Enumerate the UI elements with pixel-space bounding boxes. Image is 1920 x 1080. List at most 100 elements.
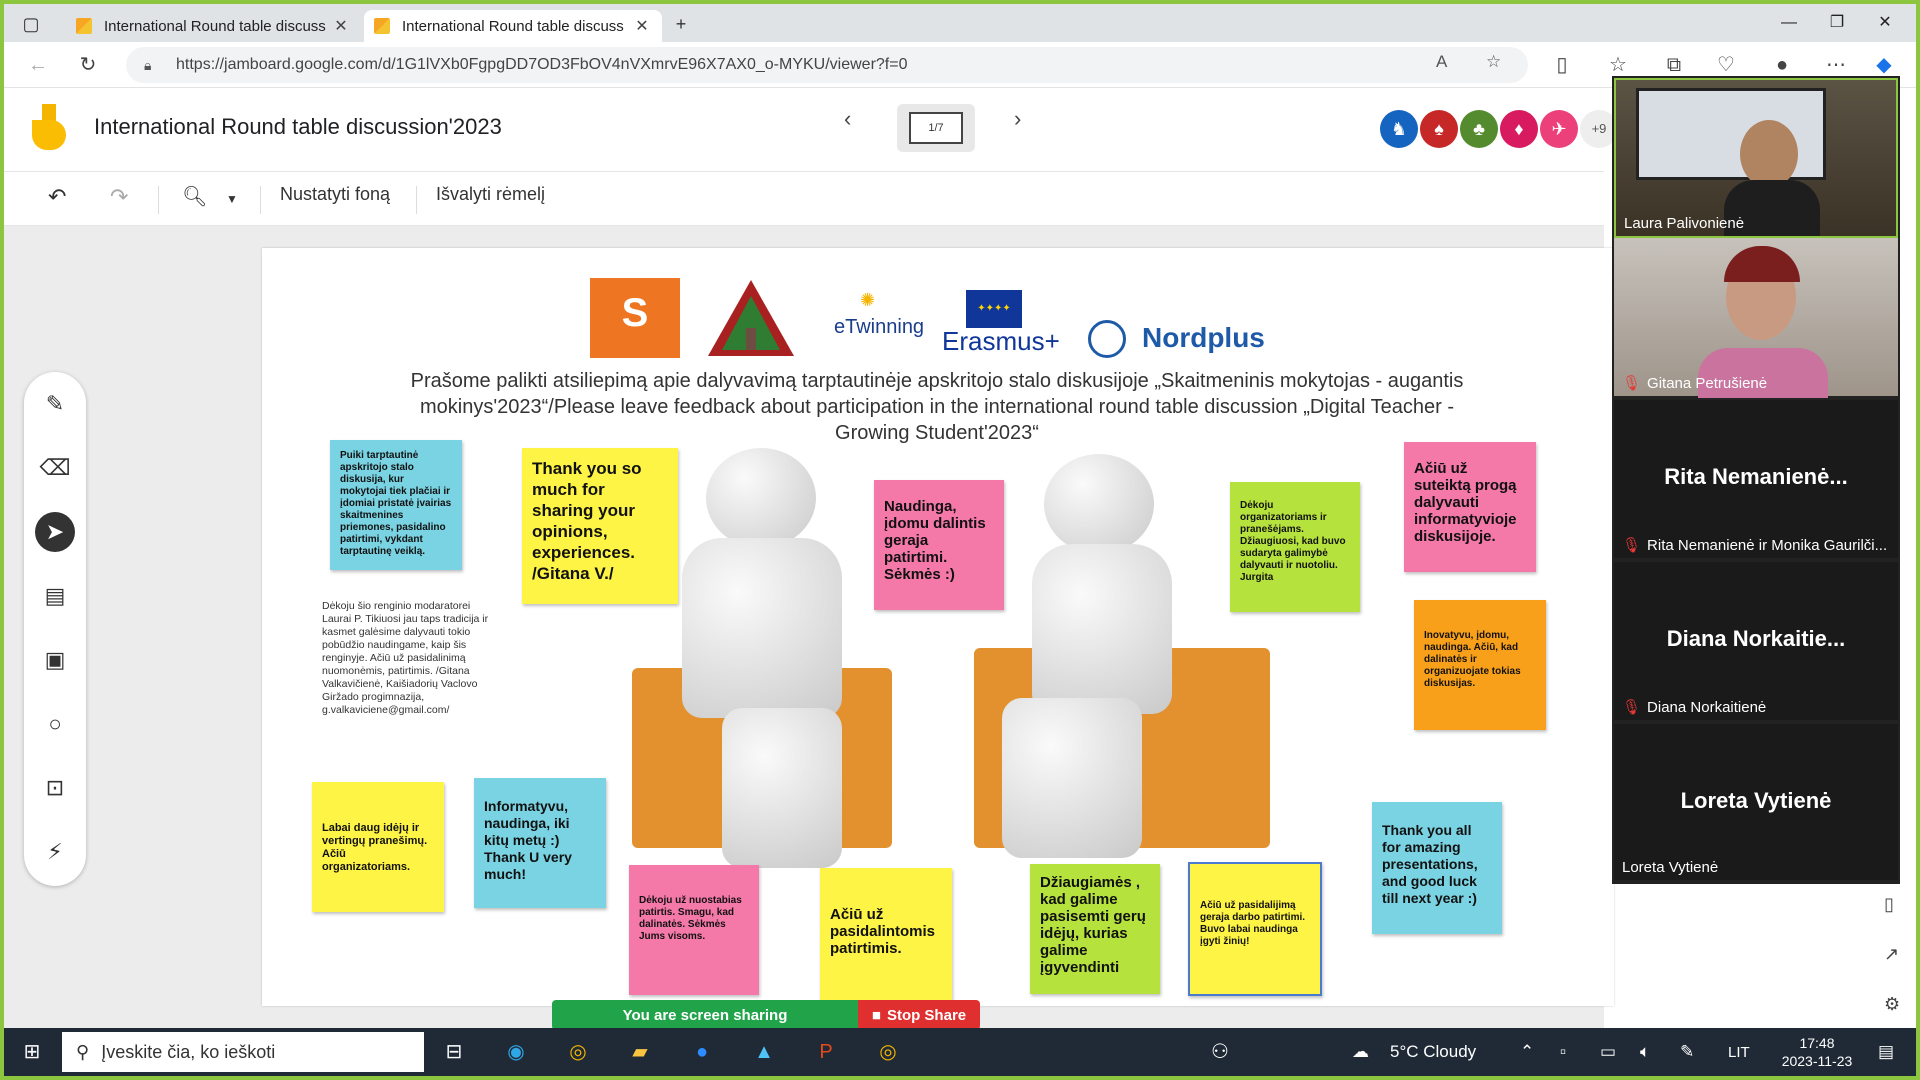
chrome-icon[interactable]: ◎ <box>560 1036 596 1068</box>
lock-icon: 🔒︎ <box>144 56 152 73</box>
sticky-note[interactable]: Thank you all for amazing presentations,… <box>1372 802 1502 934</box>
side-panel-icon[interactable]: ▯ <box>1884 894 1894 915</box>
sticky-note[interactable]: Dėkoju organizatoriams ir pranešėjams. D… <box>1230 482 1360 612</box>
clock[interactable]: 17:48 2023-11-23 <box>1772 1034 1862 1070</box>
avatar[interactable]: ♠ <box>1420 110 1458 148</box>
volume-icon[interactable]: 🔈︎ <box>1640 1042 1650 1062</box>
task-view-icon[interactable]: ⊟ <box>436 1036 472 1068</box>
favorite-star-icon[interactable]: ☆ <box>1486 52 1501 72</box>
sticky-note[interactable]: Ačiū už pasidalintomis patirtimis. <box>820 868 952 1000</box>
previous-frame-icon[interactable]: ‹ <box>844 106 851 132</box>
read-aloud-icon[interactable]: A <box>1436 52 1447 72</box>
jamboard-header: International Round table discussion'202… <box>4 88 1618 172</box>
jamboard-toolbar: ↶ ↷ 🔍︎ ▼ Nustatyti foną Išvalyti rėmelį <box>4 172 1604 226</box>
clear-frame-button[interactable]: Išvalyti rėmelį <box>436 184 545 205</box>
tab-title: International Round table discuss <box>402 17 624 35</box>
sticky-note[interactable]: Thank you so much for sharing your opini… <box>522 448 678 604</box>
sticky-note[interactable]: Ačiū už suteiktą progą dalyvauti informa… <box>1404 442 1536 572</box>
avatar[interactable]: ♞ <box>1380 110 1418 148</box>
sticky-note[interactable]: Inovatyvu, įdomu, naudinga. Ačiū, kad da… <box>1414 600 1546 730</box>
zoom-icon[interactable]: 🔍︎ <box>182 184 207 209</box>
minimize-icon[interactable]: — <box>1766 8 1812 38</box>
screen-share-banner: You are screen sharing ■ Stop Share <box>552 1000 980 1028</box>
network-icon[interactable]: ▭ <box>1600 1042 1616 1062</box>
video-meeting-panel: Laura Palivonienė 🎙︎ Gitana Petrušienė Ri… <box>1612 76 1900 884</box>
new-tab-icon[interactable]: + <box>666 10 696 38</box>
sticky-note[interactable]: Dėkoju už nuostabias patirtis. Smagu, ka… <box>629 865 759 995</box>
stop-share-button[interactable]: ■ Stop Share <box>858 1000 980 1028</box>
avatar[interactable]: ♣ <box>1460 110 1498 148</box>
photos-icon[interactable]: ▲ <box>746 1036 782 1068</box>
open-external-icon[interactable]: ↗ <box>1884 944 1899 965</box>
file-explorer-icon[interactable]: ▰ <box>622 1036 658 1068</box>
collaborator-avatars: ♞ ♠ ♣ ♦ ✈ +9 <box>1380 110 1618 148</box>
taskbar-search[interactable]: ⚲ Įveskite čia, ko ieškoti <box>62 1032 424 1072</box>
laser-icon[interactable]: ⚡︎ <box>35 832 75 872</box>
windows-start-icon[interactable]: ⊞ <box>14 1036 50 1068</box>
next-frame-icon[interactable]: › <box>1014 106 1021 132</box>
browser-tab-2[interactable]: International Round table discuss ✕ <box>364 10 662 42</box>
tab-actions-icon[interactable]: ▢ <box>16 10 46 38</box>
participant-name: Loreta Vytienė <box>1622 859 1719 876</box>
participant-tile[interactable]: Diana Norkaitie... 🎙︎ Diana Norkaitienė <box>1614 562 1898 722</box>
muted-mic-icon: 🎙︎ <box>1622 537 1642 554</box>
people-icon[interactable]: ⚇ <box>1202 1036 1238 1068</box>
url-field[interactable]: 🔒︎ https://jamboard.google.com/d/1G1lVXb… <box>126 47 1528 83</box>
participant-display-name: Rita Nemanienė... <box>1664 464 1848 489</box>
undo-icon[interactable]: ↶ <box>48 184 66 210</box>
camera-icon[interactable]: ▫ <box>1560 1042 1566 1062</box>
maximize-icon[interactable]: ❐ <box>1814 8 1860 38</box>
language-indicator[interactable]: LIT <box>1728 1044 1750 1061</box>
show-hidden-icons[interactable]: ⌃ <box>1520 1042 1534 1062</box>
browser-tab-1[interactable]: International Round table discuss ✕ <box>66 10 361 42</box>
url-text: https://jamboard.google.com/d/1G1lVXb0Fg… <box>176 56 908 73</box>
circle-shape-icon[interactable]: ○ <box>35 704 75 744</box>
chrome-icon[interactable]: ◎ <box>870 1036 906 1068</box>
frame-bar-button[interactable]: 1/7 <box>897 104 975 152</box>
tool-palette: ✎ ⌫ ➤ ▤ ▣ ○ ⊡ ⚡︎ <box>24 372 86 886</box>
powerpoint-icon[interactable]: P <box>808 1036 844 1068</box>
select-icon[interactable]: ➤ <box>35 512 75 552</box>
participant-tile[interactable]: Loreta Vytienė Loreta Vytienė <box>1614 724 1898 882</box>
notifications-icon[interactable]: ▤ <box>1878 1042 1894 1062</box>
tab-title: International Round table discuss <box>104 17 326 35</box>
participant-tile[interactable]: Laura Palivonienė <box>1614 78 1898 238</box>
participant-display-name: Loreta Vytienė <box>1680 788 1832 813</box>
sticky-note[interactable]: Džiaugiamės , kad galime pasisemti gerų … <box>1030 864 1160 994</box>
redo-icon[interactable]: ↷ <box>110 184 128 210</box>
image-icon[interactable]: ▣ <box>35 640 75 680</box>
edge-icon[interactable]: ◉ <box>498 1036 534 1068</box>
participant-name: Rita Nemanienė ir Monika Gaurilči... <box>1647 537 1888 554</box>
jam-title: International Round table discussion'202… <box>94 114 502 139</box>
sticky-note[interactable]: Labai daug idėjų ir vertingų pranešimų. … <box>312 782 444 912</box>
close-tab-icon[interactable]: ✕ <box>632 16 652 36</box>
eraser-icon[interactable]: ⌫ <box>35 448 75 488</box>
weather-icon[interactable]: ☁ <box>1352 1042 1369 1062</box>
back-icon[interactable]: ← <box>22 50 54 80</box>
zoom-app-icon[interactable]: ● <box>684 1036 720 1068</box>
split-screen-icon[interactable]: ▯ <box>1546 50 1578 80</box>
avatar[interactable]: ♦ <box>1500 110 1538 148</box>
municipality-logo: S <box>590 278 680 358</box>
avatar[interactable]: ✈ <box>1540 110 1578 148</box>
sticky-note[interactable]: Ačiū už pasidalijimą geraja darbo patirt… <box>1188 862 1322 996</box>
participant-tile[interactable]: Rita Nemanienė... 🎙︎ Rita Nemanienė ir Mo… <box>1614 400 1898 560</box>
set-background-button[interactable]: Nustatyti foną <box>280 184 390 205</box>
zoom-dropdown-icon[interactable]: ▼ <box>226 192 238 206</box>
close-window-icon[interactable]: ✕ <box>1862 8 1908 38</box>
weather-text[interactable]: 5°C Cloudy <box>1390 1042 1476 1062</box>
close-tab-icon[interactable]: ✕ <box>331 16 351 36</box>
settings-gear-icon[interactable]: ⚙ <box>1884 994 1900 1015</box>
search-icon: ⚲ <box>76 1041 90 1062</box>
reload-icon[interactable]: ↻ <box>72 50 104 80</box>
pen-workspace-icon[interactable]: ✎ <box>1680 1042 1694 1062</box>
sticky-note[interactable]: Puiki tarptautinė apskritojo stalo disku… <box>330 440 462 570</box>
sticky-note[interactable]: Informatyvu, naudinga, iki kitų metų :) … <box>474 778 606 908</box>
sticky-note[interactable]: Naudinga, įdomu dalintis geraja patirtim… <box>874 480 1004 610</box>
text-box[interactable]: Dėkoju šio renginio modaratorei Laurai P… <box>322 600 502 717</box>
jamboard-favicon-icon <box>76 18 92 34</box>
pen-icon[interactable]: ✎ <box>35 384 75 424</box>
text-box-icon[interactable]: ⊡ <box>35 768 75 808</box>
sticky-note-icon[interactable]: ▤ <box>35 576 75 616</box>
participant-tile[interactable]: 🎙︎ Gitana Petrušienė <box>1614 238 1898 398</box>
